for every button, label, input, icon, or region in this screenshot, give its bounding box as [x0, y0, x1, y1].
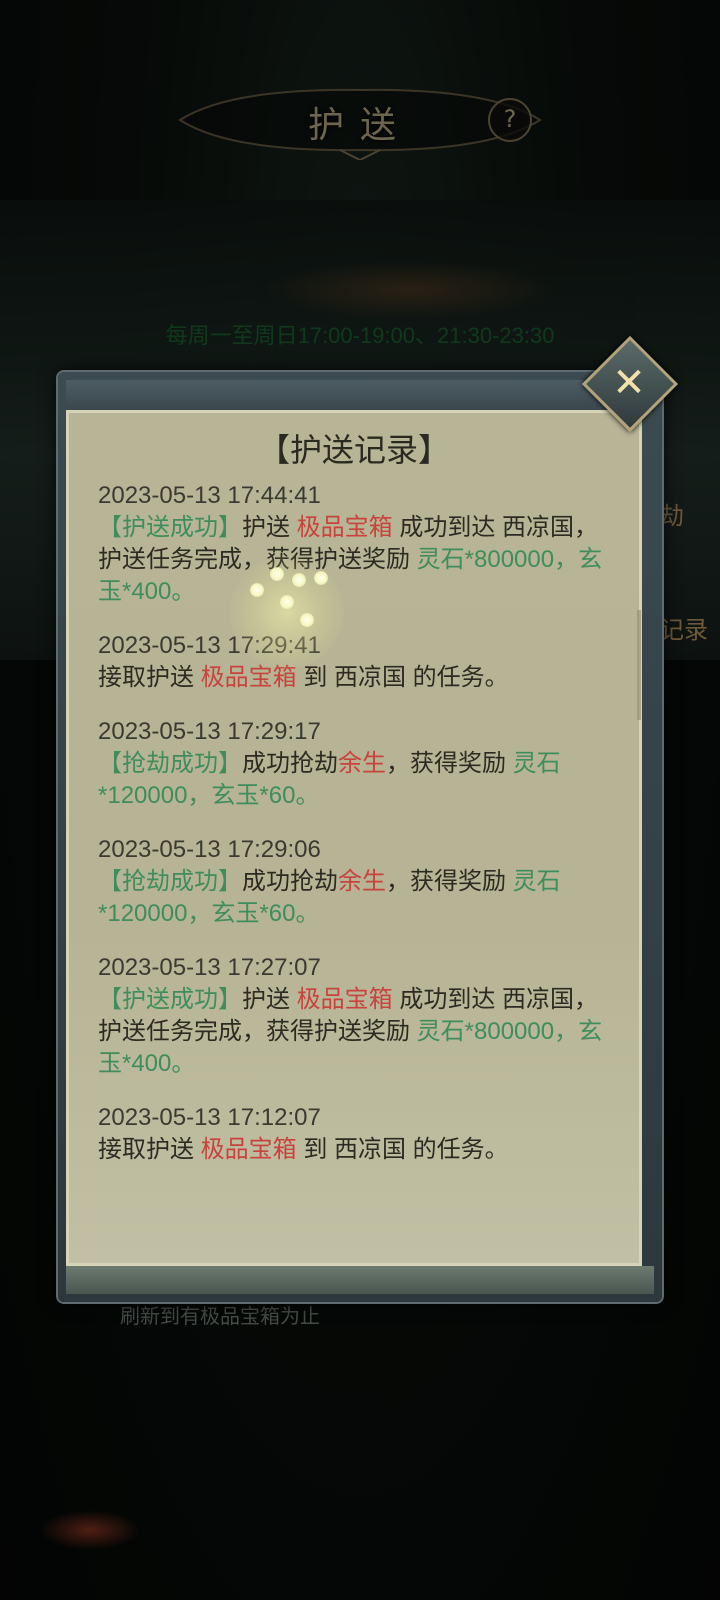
record-text: 成功抢劫 [242, 750, 338, 777]
record-item: 2023-05-13 17:29:06 【抢劫成功】成功抢劫余生，获得奖励 灵石… [98, 834, 628, 930]
record-tag: 【抢劫成功】 [98, 750, 242, 777]
sparkle-dot [250, 583, 264, 597]
record-reward: *120000，玄玉*60。 [98, 782, 320, 809]
record-time: 2023-05-13 17:29:06 [98, 836, 321, 863]
record-text: 到 西凉国 的任务。 [303, 664, 509, 691]
record-item-name: 极品宝箱 [296, 514, 393, 541]
record-text: 接取护送 [98, 664, 194, 691]
record-time: 2023-05-13 17:29:41 [98, 632, 321, 659]
record-reward: 灵石 [512, 868, 561, 895]
record-item-name: 极品宝箱 [200, 1136, 297, 1163]
record-reward: *120000，玄玉*60。 [98, 900, 320, 927]
record-scrollbar[interactable] [637, 610, 641, 720]
modal-footer-bar [66, 1266, 654, 1294]
record-list: 2023-05-13 17:44:41 【护送成功】护送 极品宝箱 成功到达 西… [98, 480, 628, 1188]
record-time: 2023-05-13 17:12:07 [98, 1104, 321, 1131]
record-reward: 灵石 [512, 750, 561, 777]
record-item: 2023-05-13 17:27:07 【护送成功】护送 极品宝箱 成功到达 西… [98, 952, 628, 1080]
record-text: 护送 [242, 986, 290, 1013]
record-reward: 玉*400。 [98, 1050, 196, 1077]
close-icon[interactable]: ✕ [600, 354, 658, 412]
record-item-name: 极品宝箱 [296, 986, 393, 1013]
record-text: ，获得奖励 [386, 750, 506, 777]
record-reward: 灵石*800000，玄 [416, 546, 603, 573]
record-text: 成功到达 西凉国， [399, 986, 599, 1013]
record-item: 2023-05-13 17:29:41 接取护送 极品宝箱 到 西凉国 的任务。 [98, 630, 628, 694]
record-text: 护送 [242, 514, 290, 541]
modal-title: 【护送记录】 [257, 431, 450, 469]
record-time: 2023-05-13 17:27:07 [98, 954, 321, 981]
modal-header-bar [66, 380, 654, 411]
record-item: 2023-05-13 17:12:07 接取护送 极品宝箱 到 西凉国 的任务。 [98, 1102, 628, 1166]
record-text: ，获得奖励 [386, 868, 506, 895]
record-text: 护送任务完成，获得护送奖励 [98, 1018, 410, 1045]
record-time: 2023-05-13 17:44:41 [98, 482, 321, 509]
record-text: 接取护送 [98, 1136, 194, 1163]
record-item: 2023-05-13 17:29:17 【抢劫成功】成功抢劫余生，获得奖励 灵石… [98, 716, 628, 812]
record-time: 2023-05-13 17:29:17 [98, 718, 321, 745]
record-target: 余生 [338, 750, 386, 777]
sparkle-dot [280, 595, 294, 609]
record-reward: 灵石*800000，玄 [416, 1018, 603, 1045]
sparkle-dot [292, 573, 306, 587]
record-item: 2023-05-13 17:44:41 【护送成功】护送 极品宝箱 成功到达 西… [98, 480, 628, 608]
record-text: 成功抢劫 [242, 868, 338, 895]
record-tag: 【护送成功】 [98, 514, 242, 541]
sparkle-effect [230, 555, 344, 669]
record-target: 余生 [338, 868, 386, 895]
record-text: 成功到达 西凉国， [399, 514, 599, 541]
record-tag: 【抢劫成功】 [98, 868, 242, 895]
sparkle-dot [314, 571, 328, 585]
record-text: 到 西凉国 的任务。 [303, 1136, 509, 1163]
record-tag: 【护送成功】 [98, 986, 242, 1013]
sparkle-dot [300, 613, 314, 627]
record-reward: 玉*400。 [98, 578, 196, 605]
sparkle-dot [270, 567, 284, 581]
